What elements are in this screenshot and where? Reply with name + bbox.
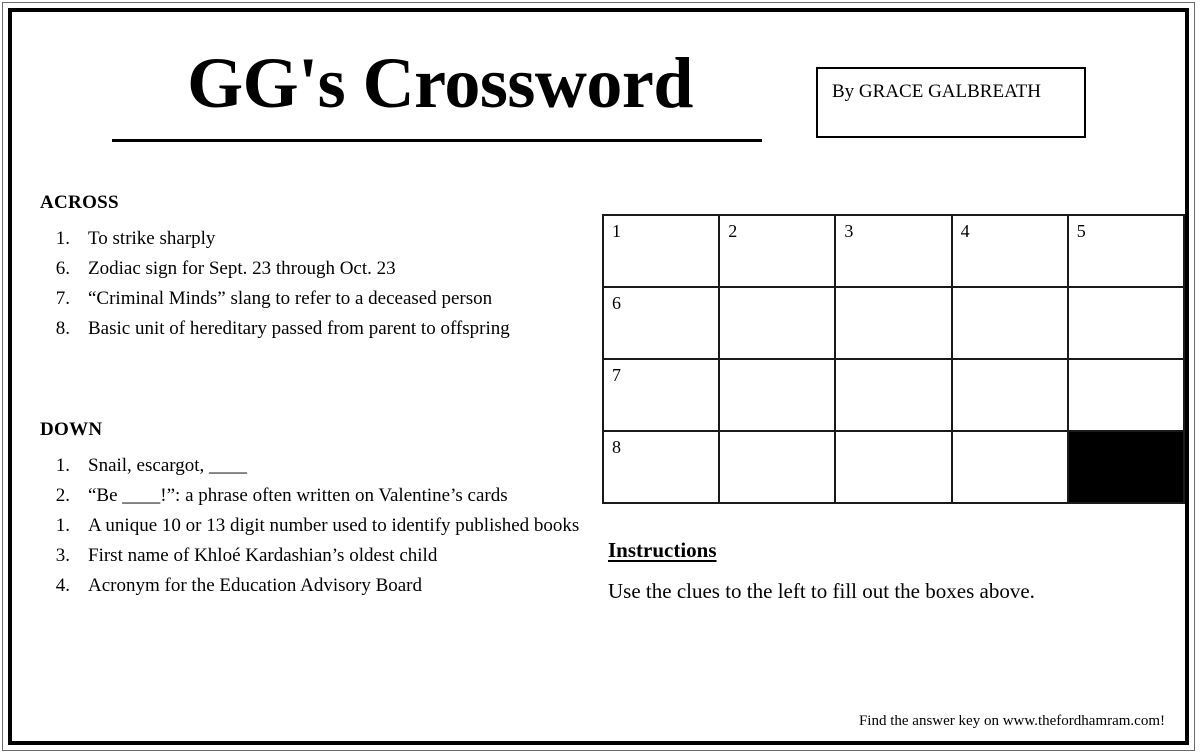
clue-row: 3. First name of Khloé Kardashian’s oldes…	[40, 543, 600, 569]
across-clue-list: 1. To strike sharply 6. Zodiac sign for Sep…	[40, 226, 600, 346]
clue-number: 3.	[55, 545, 70, 566]
clue-text: To strike sharply	[88, 228, 216, 249]
clue-text: Snail, escargot, ____	[88, 455, 248, 476]
clue-row: 1. Snail, escargot, ____	[40, 453, 600, 479]
clue-number: 7.	[55, 288, 70, 309]
down-clue-list: 1. Snail, escargot, ____ 2. “Be ____!”: a p…	[40, 453, 600, 603]
grid-cell[interactable]	[834, 358, 953, 432]
clue-text: “Be ____!”: a phrase often written on Va…	[88, 485, 508, 506]
clue-number: 2.	[55, 485, 70, 506]
grid-row: 8	[601, 430, 1186, 504]
clue-number: 6.	[55, 258, 70, 279]
clue-row: 7. “Criminal Minds” slang to refer to a d…	[40, 286, 600, 312]
page-title: GG's Crossword	[187, 43, 693, 123]
grid-cell-number: 6	[612, 293, 621, 313]
grid-cell[interactable]	[1066, 358, 1186, 432]
grid-cell[interactable]	[718, 358, 837, 432]
grid-cell-number: 5	[1076, 221, 1086, 241]
clue-row: 1. To strike sharply	[40, 226, 600, 252]
grid-cell[interactable]	[834, 430, 953, 504]
crossword-grid[interactable]: 1 2 3 4 5 6 7 8	[601, 214, 1186, 504]
grid-cell[interactable]: 2	[718, 214, 837, 288]
grid-cell[interactable]	[718, 430, 837, 504]
page-content: GG's Crossword By GRACE GALBREATH ACROSS…	[12, 12, 1186, 741]
clue-number: 4.	[55, 575, 70, 596]
clue-text: Acronym for the Education Advisory Board	[88, 575, 423, 596]
grid-cell[interactable]: 6	[601, 286, 721, 360]
grid-cell-number: 7	[612, 365, 621, 385]
instructions-heading: Instructions	[608, 538, 717, 562]
answer-key-footer: Find the answer key on www.thefordhamram…	[858, 713, 1165, 729]
grid-row: 1 2 3 4 5	[601, 214, 1186, 288]
grid-cell[interactable]	[950, 430, 1069, 504]
page-border-frame: GG's Crossword By GRACE GALBREATH ACROSS…	[8, 8, 1189, 745]
grid-cell-number: 4	[960, 221, 970, 241]
grid-cell-blocked	[1066, 430, 1186, 504]
clue-text: Basic unit of hereditary passed from par…	[88, 318, 510, 339]
grid-row: 6	[601, 286, 1186, 360]
clue-number: 1.	[55, 455, 70, 476]
grid-cell-number: 3	[844, 221, 854, 241]
grid-cell[interactable]	[950, 358, 1069, 432]
grid-cell[interactable]	[950, 286, 1069, 360]
clue-text: Zodiac sign for Sept. 23 through Oct. 23	[88, 258, 396, 279]
grid-cell-number: 2	[728, 221, 738, 241]
puzzle-page: GG's Crossword By GRACE GALBREATH ACROSS…	[2, 2, 1195, 751]
clue-text: First name of Khloé Kardashian’s oldest …	[88, 545, 438, 566]
clue-number: 1.	[55, 515, 70, 536]
clue-number: 8.	[55, 318, 70, 339]
grid-cell-number: 8	[612, 437, 621, 457]
instructions-body: Use the clues to the left to fill out th…	[608, 579, 1035, 603]
grid-cell[interactable]: 3	[834, 214, 953, 288]
clue-number: 1.	[55, 228, 70, 249]
across-heading: ACROSS	[40, 192, 119, 213]
grid-cell-number: 1	[612, 221, 621, 241]
grid-cell[interactable]: 7	[601, 358, 721, 432]
grid-cell[interactable]: 8	[601, 430, 721, 504]
grid-cell[interactable]	[718, 286, 837, 360]
clue-row: 2. “Be ____!”: a phrase often written on …	[40, 483, 600, 509]
grid-cell[interactable]: 1	[601, 214, 721, 288]
grid-cell[interactable]: 5	[1066, 214, 1186, 288]
byline-box: By GRACE GALBREATH	[816, 67, 1086, 138]
clue-text: “Criminal Minds” slang to refer to a dec…	[88, 288, 493, 309]
clue-row: 6. Zodiac sign for Sept. 23 through Oct. …	[40, 256, 600, 282]
grid-row: 7	[601, 358, 1186, 432]
grid-cell[interactable]: 4	[950, 214, 1069, 288]
clue-text: A unique 10 or 13 digit number used to i…	[88, 515, 580, 536]
clue-row: 4. Acronym for the Education Advisory Boa…	[40, 573, 600, 599]
grid-cell[interactable]	[1066, 286, 1186, 360]
down-heading: DOWN	[40, 419, 103, 440]
clue-row: 1. A unique 10 or 13 digit number used to…	[40, 513, 600, 539]
title-underline-rule	[112, 139, 762, 142]
grid-cell[interactable]	[834, 286, 953, 360]
byline-text: By GRACE GALBREATH	[832, 81, 1042, 102]
clue-row: 8. Basic unit of hereditary passed from p…	[40, 316, 600, 342]
